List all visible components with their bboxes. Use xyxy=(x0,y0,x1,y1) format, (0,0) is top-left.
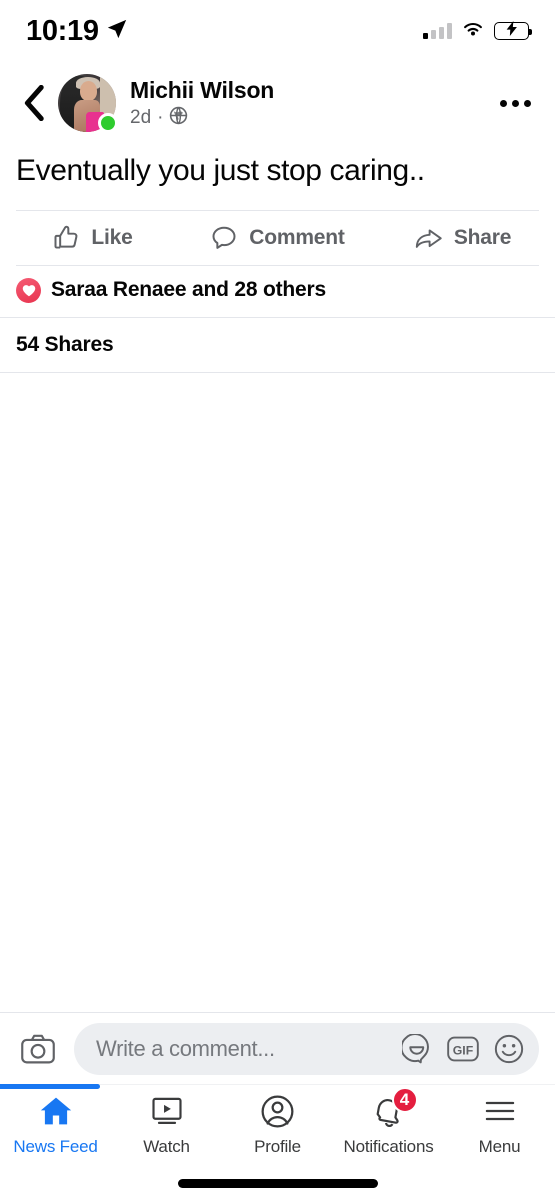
sticker-button[interactable] xyxy=(399,1031,435,1067)
shares-count-row[interactable]: 54 Shares xyxy=(0,318,555,372)
comment-button-label: Comment xyxy=(249,225,345,249)
cellular-signal-icon xyxy=(423,23,452,39)
heart-reaction-icon xyxy=(16,277,41,303)
share-arrow-icon xyxy=(415,228,442,248)
comment-input-field[interactable]: Write a comment... GIF xyxy=(74,1022,539,1075)
tab-menu-label: Menu xyxy=(478,1137,521,1156)
svg-text:GIF: GIF xyxy=(453,1043,474,1057)
camera-icon xyxy=(21,1034,55,1063)
wifi-icon xyxy=(461,20,485,43)
comment-composer-bar: Write a comment... GIF xyxy=(0,1012,555,1084)
home-indicator-bar[interactable] xyxy=(177,1178,378,1188)
post-options-button[interactable] xyxy=(493,81,537,125)
status-time: 10:19 xyxy=(26,14,99,47)
bell-icon: 4 xyxy=(373,1087,418,1129)
ellipsis-icon-dot xyxy=(511,99,519,107)
tab-profile-label: Profile xyxy=(254,1137,301,1156)
battery-charging-icon xyxy=(494,21,532,40)
notifications-badge: 4 xyxy=(391,1087,418,1113)
tab-notifications[interactable]: 4 Notifications xyxy=(333,1087,444,1166)
emoji-smiley-icon xyxy=(494,1034,524,1063)
status-bar: 10:19 xyxy=(0,0,555,62)
online-status-dot xyxy=(98,113,118,133)
tab-menu[interactable]: Menu xyxy=(444,1093,555,1166)
home-indicator-area xyxy=(0,1166,555,1200)
ellipsis-icon-dot xyxy=(499,99,507,107)
post-timestamp: 2d xyxy=(130,107,152,129)
reactions-text: Saraa Renaee and 28 others xyxy=(51,278,326,301)
post-action-bar: Like Comment Share xyxy=(0,211,555,265)
tab-news-feed-label: News Feed xyxy=(13,1137,98,1156)
chevron-left-icon xyxy=(24,85,44,121)
status-bar-right xyxy=(423,20,532,43)
home-icon xyxy=(39,1093,73,1129)
tabbar: News Feed Watch Profile 4 Notifications … xyxy=(0,1084,555,1166)
gif-icon: GIF xyxy=(447,1036,479,1061)
tab-watch-label: Watch xyxy=(143,1137,190,1156)
tab-watch[interactable]: Watch xyxy=(111,1093,222,1166)
comments-empty-area xyxy=(0,372,555,1012)
person-circle-icon xyxy=(261,1093,294,1129)
back-button[interactable] xyxy=(16,80,52,126)
hamburger-menu-icon xyxy=(484,1093,516,1129)
tab-news-feed[interactable]: News Feed xyxy=(0,1093,111,1166)
tab-notifications-label: Notifications xyxy=(343,1137,434,1156)
comment-input-placeholder: Write a comment... xyxy=(96,1035,275,1061)
comment-bubble-icon xyxy=(212,226,236,249)
author-name[interactable]: Michii Wilson xyxy=(130,76,493,105)
camera-button[interactable] xyxy=(16,1027,60,1071)
bottom-navigation: News Feed Watch Profile 4 Notifications … xyxy=(0,1084,555,1166)
like-button-label: Like xyxy=(91,225,133,249)
like-button[interactable]: Like xyxy=(0,211,185,265)
post-text: Eventually you just stop caring.. xyxy=(16,154,425,187)
ellipsis-icon-dot xyxy=(523,99,531,107)
share-button[interactable]: Share xyxy=(370,211,555,265)
location-arrow-icon xyxy=(106,18,128,45)
status-bar-left: 10:19 xyxy=(26,15,128,48)
reactions-summary[interactable]: Saraa Renaee and 28 others xyxy=(0,266,555,317)
post-header: Michii Wilson 2d · xyxy=(0,62,555,142)
post-author-meta: Michii Wilson 2d · xyxy=(130,76,493,131)
share-button-label: Share xyxy=(453,225,512,249)
sticker-icon xyxy=(402,1033,429,1063)
active-tab-indicator xyxy=(0,1084,100,1089)
thumbs-up-icon xyxy=(54,225,78,249)
comment-button[interactable]: Comment xyxy=(185,211,370,265)
tab-profile[interactable]: Profile xyxy=(222,1093,333,1166)
emoji-button[interactable] xyxy=(491,1031,527,1067)
gif-button[interactable]: GIF xyxy=(445,1031,481,1067)
meta-separator: · xyxy=(157,107,164,129)
post-meta-line: 2d · xyxy=(130,106,493,130)
shares-count: 54 Shares xyxy=(16,332,114,356)
video-play-icon xyxy=(151,1093,183,1129)
facebook-post-screen: 10:19 Michii Wilson 2d · Eventually you … xyxy=(0,0,555,1200)
avatar[interactable] xyxy=(58,74,118,133)
globe-icon xyxy=(169,106,188,130)
